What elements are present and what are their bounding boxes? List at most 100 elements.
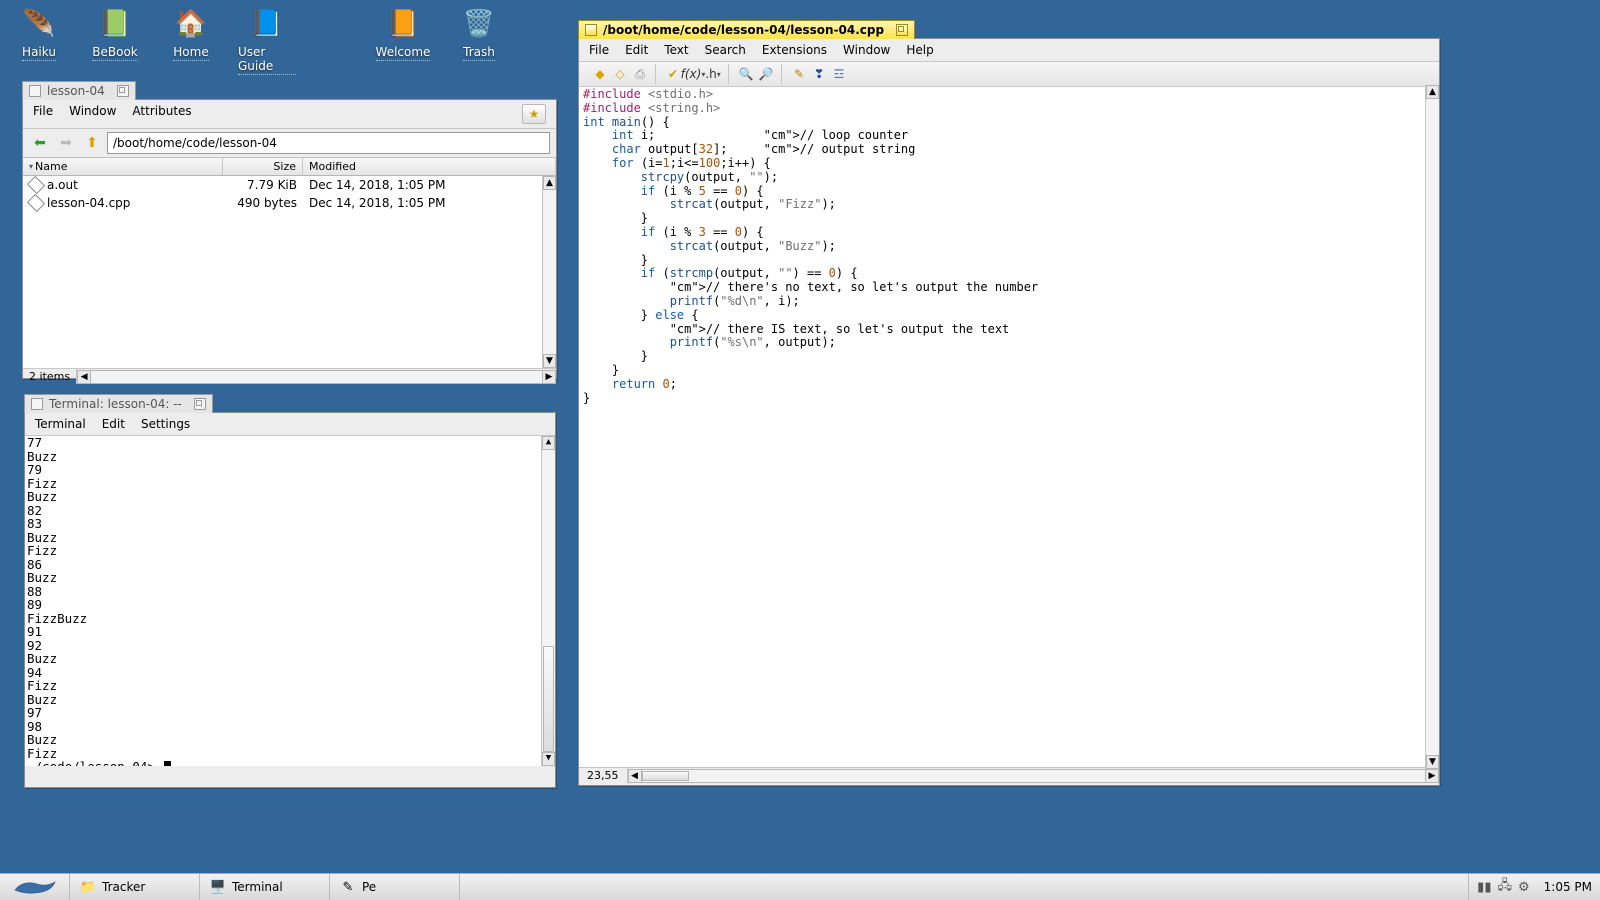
code-line: }: [583, 350, 1435, 364]
menu-help[interactable]: Help: [906, 43, 933, 57]
code-area[interactable]: #include <stdio.h>#include <string.h>int…: [579, 87, 1439, 767]
desktop-icons: 🪶Haiku 📗BeBook 🏠Home 📘User Guide 📙Welcome 🗑️T…: [10, 6, 508, 75]
menu-window[interactable]: Window: [843, 43, 890, 57]
code-line: "cm">// there IS text, so let's output t…: [583, 323, 1435, 337]
scroll-down-icon[interactable]: ▼: [543, 354, 556, 368]
col-modified[interactable]: Modified: [303, 158, 556, 175]
icon-label: BeBook: [92, 45, 137, 61]
haiku-icon[interactable]: 🪶Haiku: [10, 6, 68, 75]
menu-settings[interactable]: Settings: [141, 417, 190, 431]
find-icon[interactable]: 🔍: [737, 65, 755, 83]
headers-icon[interactable]: .h ▾: [704, 65, 722, 83]
tracker-icon: 📁: [80, 879, 96, 895]
code-line: #include <stdio.h>: [583, 88, 1435, 102]
print-icon[interactable]: ⎙: [631, 65, 649, 83]
file-list: a.out7.79 KiBDec 14, 2018, 1:05 PMlesson…: [23, 176, 556, 368]
terminal-output[interactable]: 77Buzz79FizzBuzz8283BuzzFizz86Buzz8889Fi…: [25, 436, 555, 766]
menu-extensions[interactable]: Extensions: [762, 43, 827, 57]
tray-icon[interactable]: ⚙: [1518, 880, 1530, 895]
code-line: char output[32]; "cm">// output string: [583, 143, 1435, 157]
menu-text[interactable]: Text: [664, 43, 688, 57]
menu-terminal[interactable]: Terminal: [35, 417, 86, 431]
up-button[interactable]: ⬆: [81, 132, 103, 154]
task-label: Terminal: [232, 880, 283, 894]
scroll-down-icon[interactable]: ▼: [542, 752, 555, 766]
icon-label: Welcome: [376, 45, 431, 61]
icon-label: User Guide: [238, 45, 296, 75]
scroll-down-icon[interactable]: ▼: [1426, 755, 1439, 769]
zoom-icon[interactable]: [194, 398, 206, 410]
task-pe[interactable]: ✎Pe: [330, 874, 460, 900]
tray: ▮▮ 🖧 ⚙ 1:05 PM: [1468, 874, 1600, 900]
tracker-status: 2 items ◀ ▶: [23, 368, 556, 384]
menu-edit[interactable]: Edit: [102, 417, 125, 431]
edit-icon[interactable]: ✎: [790, 65, 808, 83]
cursor-position: 23,55: [579, 768, 628, 783]
open-icon[interactable]: ◆: [591, 65, 609, 83]
clock[interactable]: 1:05 PM: [1544, 880, 1592, 894]
tracker-titlebar[interactable]: lesson-04: [22, 81, 136, 100]
menu-search[interactable]: Search: [705, 43, 746, 57]
scroll-up-icon[interactable]: ▲: [543, 176, 556, 190]
find-next-icon[interactable]: 🔎: [757, 65, 775, 83]
close-icon[interactable]: [31, 398, 43, 410]
bebook-icon[interactable]: 📗BeBook: [86, 6, 144, 75]
terminal-line: Fizz: [27, 544, 553, 558]
editor-titlebar[interactable]: /boot/home/code/lesson-04/lesson-04.cpp: [578, 20, 915, 39]
menu-edit[interactable]: Edit: [625, 43, 648, 57]
userguide-icon[interactable]: 📘User Guide: [238, 6, 296, 75]
menu-attributes[interactable]: Attributes: [132, 104, 191, 124]
menu-file[interactable]: File: [33, 104, 53, 124]
scroll-left-icon[interactable]: ◀: [77, 370, 91, 384]
back-button[interactable]: ⬅: [29, 132, 51, 154]
bookmark-icon[interactable]: ❣: [810, 65, 828, 83]
file-size: 490 bytes: [223, 195, 303, 211]
zoom-icon[interactable]: [117, 85, 129, 97]
task-terminal[interactable]: 🖥️ Terminal: [200, 874, 330, 900]
vscrollbar[interactable]: ▲ ▼: [542, 176, 556, 368]
col-size[interactable]: Size: [223, 158, 303, 175]
file-row[interactable]: lesson-04.cpp490 bytesDec 14, 2018, 1:05…: [23, 194, 556, 212]
terminal-line: Buzz: [27, 652, 553, 666]
terminal-icon: 🖥️: [210, 879, 226, 895]
deskbar-leaf[interactable]: [0, 874, 70, 900]
close-icon[interactable]: [585, 24, 597, 36]
scroll-right-icon[interactable]: ▶: [1425, 769, 1439, 783]
code-line: for (i=1;i<=100;i++) {: [583, 157, 1435, 171]
hscrollbar[interactable]: ◀ ▶: [77, 370, 556, 384]
zoom-icon[interactable]: [896, 24, 908, 36]
scroll-up-icon[interactable]: ▲: [1426, 85, 1439, 99]
scroll-up-icon[interactable]: ▲: [542, 436, 555, 450]
welcome-icon[interactable]: 📙Welcome: [374, 6, 432, 75]
vscrollbar[interactable]: ▲ ▼: [1425, 85, 1439, 769]
code-line: }: [583, 254, 1435, 268]
vscrollbar[interactable]: ▲ ▼: [541, 436, 555, 766]
close-icon[interactable]: [29, 85, 41, 97]
scroll-left-icon[interactable]: ◀: [628, 769, 642, 783]
function-icon[interactable]: f(x)▾: [684, 65, 702, 83]
home-icon[interactable]: 🏠Home: [162, 6, 220, 75]
menu-file[interactable]: File: [589, 43, 609, 57]
tray-icon[interactable]: 🖧: [1497, 876, 1512, 898]
terminal-titlebar[interactable]: Terminal: lesson-04: --: [24, 394, 213, 413]
menu-window[interactable]: Window: [69, 104, 116, 124]
settings-icon[interactable]: ☲: [830, 65, 848, 83]
icon-label: Haiku: [22, 45, 56, 61]
forward-button[interactable]: ➡: [55, 132, 77, 154]
terminal-prompt[interactable]: ~/code/lesson-04>: [27, 760, 553, 766]
trash-icon[interactable]: 🗑️Trash: [450, 6, 508, 75]
icon-label: Trash: [463, 45, 495, 61]
scroll-right-icon[interactable]: ▶: [542, 370, 556, 384]
terminal-line: 77: [27, 436, 553, 450]
code-line: if (i % 5 == 0) {: [583, 185, 1435, 199]
tray-icon[interactable]: ▮▮: [1477, 880, 1491, 895]
file-row[interactable]: a.out7.79 KiBDec 14, 2018, 1:05 PM: [23, 176, 556, 194]
hscrollbar[interactable]: ◀ ▶: [628, 769, 1440, 783]
check-icon[interactable]: ✔: [664, 65, 682, 83]
save-icon[interactable]: ◇: [611, 65, 629, 83]
task-tracker[interactable]: 📁Tracker: [70, 874, 200, 900]
path-field[interactable]: /boot/home/code/lesson-04: [107, 132, 550, 154]
tracker-menubar: File Window Attributes ★: [23, 100, 556, 129]
favorites-icon[interactable]: ★: [522, 104, 546, 124]
col-name[interactable]: ▾Name: [23, 158, 223, 175]
